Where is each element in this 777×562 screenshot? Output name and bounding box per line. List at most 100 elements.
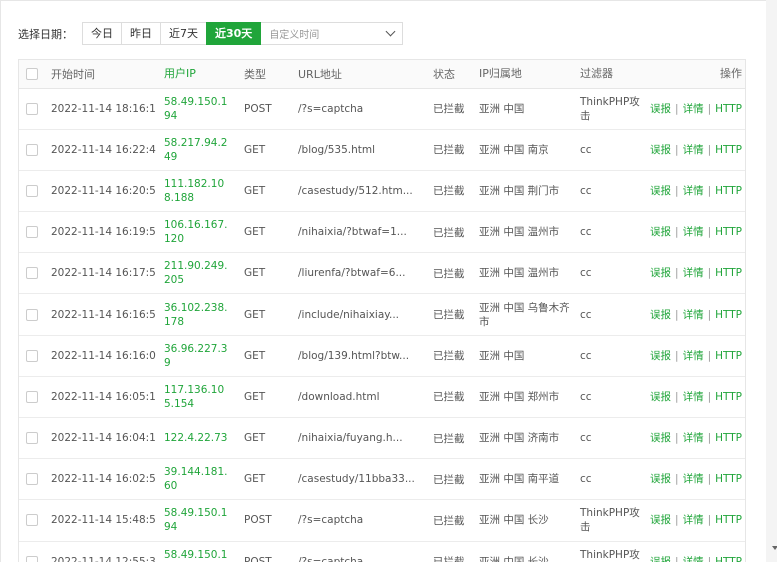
status-cell: 已拦截 bbox=[433, 144, 465, 157]
details-link[interactable]: 详情 bbox=[683, 473, 704, 485]
ip-location-cell: 亚洲 中国 bbox=[479, 102, 525, 115]
http-link[interactable]: HTTP bbox=[715, 473, 742, 485]
row-checkbox[interactable] bbox=[26, 102, 38, 115]
report-false-positive-link[interactable]: 误报 bbox=[650, 391, 671, 403]
http-link[interactable]: HTTP bbox=[715, 556, 742, 562]
row-checkbox[interactable] bbox=[26, 308, 38, 321]
details-link[interactable]: 详情 bbox=[683, 226, 704, 238]
action-separator: | bbox=[707, 514, 712, 527]
report-false-positive-link[interactable]: 误报 bbox=[650, 473, 671, 485]
filter-cell: cc bbox=[580, 226, 592, 239]
report-false-positive-link[interactable]: 误报 bbox=[650, 350, 671, 362]
row-checkbox[interactable] bbox=[26, 349, 38, 362]
user-ip-link[interactable]: 58.217.94.249 bbox=[156, 129, 236, 170]
details-link[interactable]: 详情 bbox=[683, 391, 704, 403]
yesterday-button[interactable]: 昨日 bbox=[121, 22, 161, 45]
http-link[interactable]: HTTP bbox=[715, 309, 742, 321]
row-select-cell bbox=[19, 88, 43, 129]
filter-cell: cc bbox=[580, 473, 592, 486]
scrollbar-track[interactable] bbox=[766, 0, 777, 562]
ip-location-cell: 亚洲 中国 南京 bbox=[479, 143, 549, 156]
http-link[interactable]: HTTP bbox=[715, 144, 742, 156]
user-ip-link[interactable]: 117.136.105.154 bbox=[156, 376, 236, 417]
table-row: 2022-11-14 16:05:15 117.136.105.154 GET/do… bbox=[19, 376, 745, 418]
user-ip-link[interactable]: 111.182.108.188 bbox=[156, 170, 236, 211]
actions-cell: 误报 | 详情 | HTTP bbox=[644, 418, 745, 459]
row-checkbox[interactable] bbox=[26, 184, 38, 197]
last-30-days-button[interactable]: 近30天 bbox=[206, 22, 262, 45]
action-separator: | bbox=[707, 473, 712, 486]
custom-date-picker[interactable]: 自定义时间 bbox=[260, 22, 404, 45]
report-false-positive-link[interactable]: 误报 bbox=[650, 226, 671, 238]
report-false-positive-link[interactable]: 误报 bbox=[650, 103, 671, 115]
report-false-positive-link[interactable]: 误报 bbox=[650, 185, 671, 197]
header-url: URL地址 bbox=[290, 60, 425, 89]
details-link[interactable]: 详情 bbox=[683, 514, 704, 526]
select-all-checkbox[interactable] bbox=[26, 67, 38, 80]
report-false-positive-link[interactable]: 误报 bbox=[650, 267, 671, 279]
http-link[interactable]: HTTP bbox=[715, 391, 742, 403]
details-link[interactable]: 详情 bbox=[683, 144, 704, 156]
request-type-cell: GET bbox=[244, 432, 266, 445]
scroll-down-arrow-icon[interactable] bbox=[772, 546, 777, 550]
http-link[interactable]: HTTP bbox=[715, 267, 742, 279]
start-time-cell: 2022-11-14 16:05:15 bbox=[51, 390, 156, 403]
user-ip-link[interactable]: 36.96.227.39 bbox=[156, 335, 236, 376]
report-false-positive-link[interactable]: 误报 bbox=[650, 432, 671, 444]
http-link[interactable]: HTTP bbox=[715, 103, 742, 115]
request-type-cell: GET bbox=[244, 143, 266, 156]
report-false-positive-link[interactable]: 误报 bbox=[650, 514, 671, 526]
table-row: 2022-11-14 16:22:41 58.217.94.249 GET/blog… bbox=[19, 129, 745, 171]
row-checkbox[interactable] bbox=[26, 555, 38, 562]
report-false-positive-link[interactable]: 误报 bbox=[650, 556, 671, 562]
status-cell: 已拦截 bbox=[433, 350, 465, 363]
select-all-cell bbox=[19, 60, 43, 89]
row-checkbox[interactable] bbox=[26, 390, 38, 403]
user-ip-link[interactable]: 106.16.167.120 bbox=[156, 212, 236, 253]
http-link[interactable]: HTTP bbox=[715, 432, 742, 444]
row-checkbox[interactable] bbox=[26, 432, 38, 445]
last-7-days-button[interactable]: 近7天 bbox=[160, 22, 207, 45]
status-cell: 已拦截 bbox=[433, 473, 465, 486]
http-link[interactable]: HTTP bbox=[715, 226, 742, 238]
url-cell: /?s=captcha bbox=[298, 555, 364, 562]
row-checkbox[interactable] bbox=[26, 473, 38, 486]
row-checkbox[interactable] bbox=[26, 267, 38, 280]
details-link[interactable]: 详情 bbox=[683, 556, 704, 562]
user-ip-link[interactable]: 58.49.150.194 bbox=[156, 88, 236, 129]
action-separator: | bbox=[675, 267, 679, 280]
status-cell: 已拦截 bbox=[425, 541, 471, 562]
user-ip-link[interactable]: 39.144.181.60 bbox=[156, 459, 236, 500]
user-ip-link[interactable]: 58.49.150.194 bbox=[156, 500, 236, 541]
user-ip-link[interactable]: 122.4.22.73 bbox=[156, 418, 236, 459]
start-time-cell: 2022-11-14 16:02:59 bbox=[51, 473, 156, 486]
row-checkbox[interactable] bbox=[26, 226, 38, 239]
http-link[interactable]: HTTP bbox=[715, 514, 742, 526]
report-false-positive-link[interactable]: 误报 bbox=[650, 309, 671, 321]
user-ip-link[interactable]: 36.102.238.178 bbox=[156, 294, 236, 335]
filter-cell: cc bbox=[580, 390, 592, 403]
table-row: 2022-11-14 16:02:59 39.144.181.60 GET/case… bbox=[19, 459, 745, 500]
details-link[interactable]: 详情 bbox=[683, 432, 704, 444]
user-ip-link[interactable]: 211.90.249.205 bbox=[156, 253, 236, 294]
details-link[interactable]: 详情 bbox=[683, 185, 704, 197]
start-time-cell: 2022-11-14 16:16:01 bbox=[51, 349, 156, 362]
header-filter: 过滤器 bbox=[572, 60, 644, 89]
row-checkbox[interactable] bbox=[26, 514, 38, 527]
today-button[interactable]: 今日 bbox=[82, 22, 122, 45]
action-separator: | bbox=[707, 555, 712, 562]
row-select-cell bbox=[19, 335, 43, 376]
details-link[interactable]: 详情 bbox=[683, 350, 704, 362]
details-link[interactable]: 详情 bbox=[683, 267, 704, 279]
http-link[interactable]: HTTP bbox=[715, 350, 742, 362]
details-link[interactable]: 详情 bbox=[683, 309, 704, 321]
status-cell: 已拦截 bbox=[433, 226, 465, 239]
row-checkbox[interactable] bbox=[26, 143, 38, 156]
actions-cell: 误报 | 详情 | HTTP bbox=[644, 294, 745, 335]
user-ip-link[interactable]: 58.49.150.194 bbox=[156, 541, 236, 562]
details-link[interactable]: 详情 bbox=[683, 103, 704, 115]
status-cell: 已拦截 bbox=[433, 432, 465, 445]
report-false-positive-link[interactable]: 误报 bbox=[650, 144, 671, 156]
http-link[interactable]: HTTP bbox=[715, 185, 742, 197]
status-cell: 已拦截 bbox=[433, 185, 465, 198]
